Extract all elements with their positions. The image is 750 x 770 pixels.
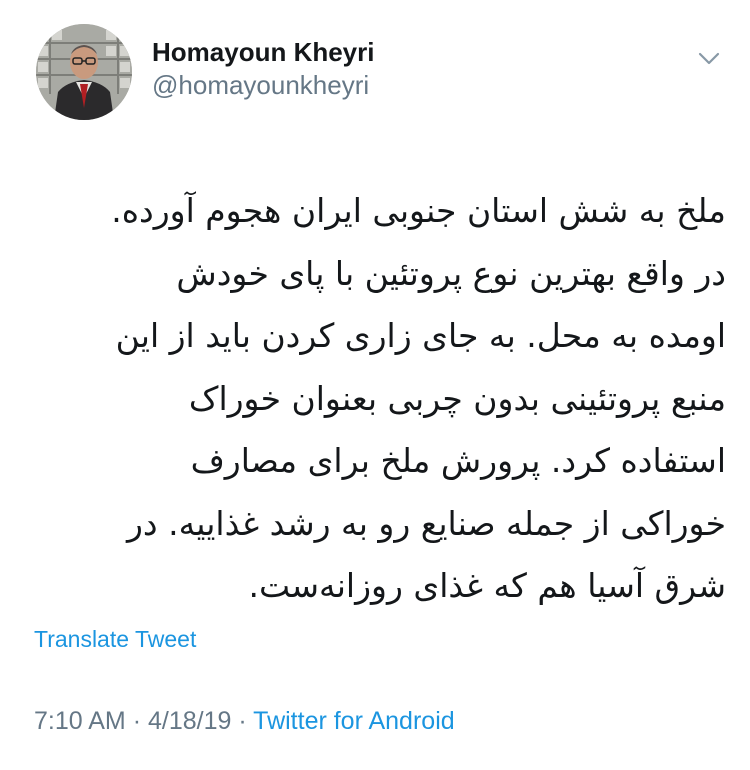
chevron-down-icon[interactable] [696, 48, 722, 68]
profile-photo [36, 24, 132, 120]
meta-separator: · [238, 707, 247, 735]
tweet-text-line: اومده به محل. به جای زاری کردن باید از ا… [115, 316, 726, 355]
author-names: Homayoun Kheyri @homayounkheyri [152, 36, 375, 102]
tweet-text-line: استفاده کرد. پرورش ملخ برای مصارف [190, 441, 726, 480]
tweet-header: Homayoun Kheyri @homayounkheyri [36, 22, 726, 132]
tweet-meta: 7:10 AM · 4/18/19 · Twitter for Android [34, 704, 455, 738]
user-handle[interactable]: @homayounkheyri [152, 68, 375, 102]
translate-tweet-link[interactable]: Translate Tweet [34, 624, 196, 654]
avatar[interactable] [36, 24, 132, 120]
tweet-text-line: منبع پروتئینی بدون چربی بعنوان خوراک [188, 378, 726, 418]
display-name[interactable]: Homayoun Kheyri [152, 36, 375, 68]
tweet-text: ملخ به شش استان جنوبی ایران هجوم آورده. … [36, 180, 726, 618]
tweet-text-line: ملخ به شش استان جنوبی ایران هجوم آورده. [111, 191, 726, 230]
tweet-text-line: خوراکی از جمله صنایع رو به رشد غذاییه. د… [126, 503, 726, 543]
meta-separator: · [132, 707, 142, 735]
tweet-time[interactable]: 7:10 AM [34, 707, 126, 735]
tweet-text-line: در واقع بهترین نوع پروتئین با پای خودش [176, 253, 726, 293]
tweet-date[interactable]: 4/18/19 [148, 707, 231, 735]
tweet: Homayoun Kheyri @homayounkheyri ملخ به ش… [0, 0, 750, 770]
tweet-text-line: شرق آسیا هم که غذای روزانه‌ست. [248, 566, 727, 605]
tweet-source-link[interactable]: Twitter for Android [253, 707, 454, 735]
